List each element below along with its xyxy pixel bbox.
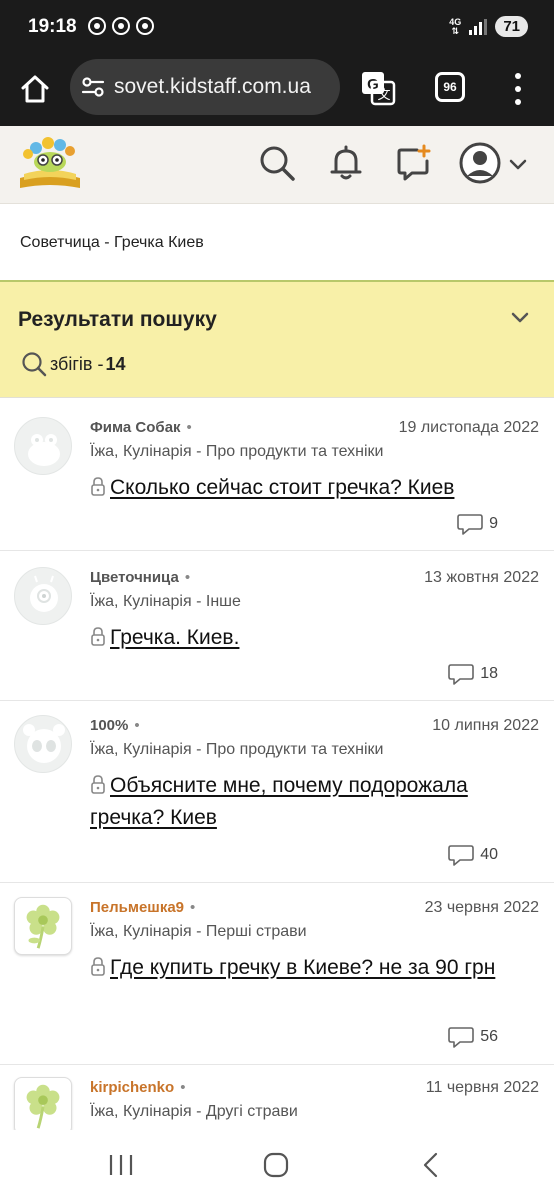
post-category[interactable]: Їжа, Кулінарія - Інше xyxy=(90,593,241,611)
author-name[interactable]: Фима Собак • xyxy=(90,419,192,436)
avatar[interactable] xyxy=(14,567,72,625)
signal-strength-icon xyxy=(469,18,488,35)
battery-indicator: 71 xyxy=(495,16,528,37)
search-icon xyxy=(22,352,47,377)
flower-avatar-icon xyxy=(26,1084,60,1129)
post-date: 13 жовтня 2022 xyxy=(424,569,539,586)
topic-title: Объясните мне, почему подорожала гречка?… xyxy=(90,770,524,834)
topic-link[interactable]: Гречка. Киев. xyxy=(110,626,239,649)
tabs-switcher-button[interactable]: 96 xyxy=(435,72,465,102)
list-item: Цветочница • 13 жовтня 2022 Їжа, Кулінарі… xyxy=(0,551,554,701)
author-name[interactable]: kirpichenko • xyxy=(90,1079,185,1096)
site-header xyxy=(0,126,554,204)
post-category[interactable]: Їжа, Кулінарія - Про продукти та техніки xyxy=(90,741,383,759)
home-nav-icon[interactable] xyxy=(261,1150,291,1180)
chevron-down-icon[interactable] xyxy=(508,154,528,174)
lock-icon xyxy=(91,957,105,976)
panda-avatar-icon xyxy=(23,724,65,763)
comment-icon xyxy=(448,664,475,685)
post-category[interactable]: Їжа, Кулінарія - Про продукти та техніки xyxy=(90,443,383,461)
list-item: 100% • 10 липня 2022 Їжа, Кулінарія - Про… xyxy=(0,701,554,883)
topic-link[interactable]: Где купить гречку в Киеве? не за 90 грн xyxy=(110,956,495,979)
author-name[interactable]: Цветочница • xyxy=(90,569,190,586)
viber-notification-icon xyxy=(136,17,154,35)
results-count-label: збігів - xyxy=(50,353,104,374)
comment-count[interactable]: 56 xyxy=(448,1026,498,1048)
topic-title: Сколько сейчас стоит гречка? Киев xyxy=(90,472,524,504)
breadcrumb[interactable]: Советчица - Гречка Киев xyxy=(0,204,554,282)
results-count-value: 14 xyxy=(105,353,126,374)
avatar[interactable] xyxy=(14,417,72,475)
flower-avatar-icon xyxy=(26,904,60,949)
comment-icon xyxy=(448,845,475,866)
post-date: 23 червня 2022 xyxy=(424,899,539,916)
lock-icon xyxy=(91,775,105,794)
status-time: 19:18 xyxy=(28,16,77,37)
post-category[interactable]: Їжа, Кулінарія - Другі страви xyxy=(90,1103,298,1121)
cartoon-avatar-icon xyxy=(28,434,60,466)
network-type-icon: 4G ⇅ xyxy=(449,16,462,36)
logo-icon[interactable] xyxy=(16,134,84,192)
tabs-count: 96 xyxy=(443,80,457,94)
results-title: Результати пошуку xyxy=(18,308,217,331)
chrome-notification-icon xyxy=(112,17,130,35)
status-bar: 19:18 4G ⇅ 71 xyxy=(0,0,554,56)
lock-icon xyxy=(91,627,105,646)
avatar[interactable] xyxy=(14,1077,72,1130)
topic-title: Гречка. Киев. xyxy=(90,622,524,654)
list-item: Пельмешка9 • 23 червня 2022 Їжа, Кулінарі… xyxy=(0,883,554,1065)
post-category[interactable]: Їжа, Кулінарія - Перші страви xyxy=(90,923,307,941)
list-item: Фима Собак • 19 листопада 2022 Їжа, Кулін… xyxy=(0,399,554,551)
url-text: sovet.kidstaff.com.ua xyxy=(114,75,311,98)
translate-icon[interactable]: G 文 xyxy=(360,70,396,106)
comment-count[interactable]: 40 xyxy=(448,844,498,866)
user-avatar-icon[interactable] xyxy=(459,142,501,184)
topic-link[interactable]: Объясните мне, почему подорожала гречка?… xyxy=(90,774,468,829)
new-message-icon[interactable] xyxy=(395,144,433,182)
address-bar[interactable]: sovet.kidstaff.com.ua xyxy=(70,59,340,115)
results-count: збігів - 14 xyxy=(20,350,126,378)
bell-icon[interactable] xyxy=(327,144,365,182)
avatar[interactable] xyxy=(14,715,72,773)
browser-menu-icon[interactable] xyxy=(508,73,528,105)
site-settings-icon[interactable] xyxy=(78,72,108,102)
chrome-notification-icon xyxy=(88,17,106,35)
topic-title: Где купить гречку в Киеве? не за 90 грн xyxy=(90,952,524,984)
post-date: 11 червня 2022 xyxy=(425,1079,539,1096)
system-navigation-bar xyxy=(0,1130,554,1200)
back-icon[interactable] xyxy=(416,1150,446,1180)
recent-apps-icon[interactable] xyxy=(106,1150,136,1180)
post-date: 10 липня 2022 xyxy=(432,717,539,734)
system-indicators: 4G ⇅ 71 xyxy=(449,16,528,37)
home-icon[interactable] xyxy=(18,72,52,106)
author-name[interactable]: Пельмешка9 • xyxy=(90,899,195,916)
search-results-panel: Результати пошуку збігів - 14 xyxy=(0,282,554,398)
collapse-chevron-icon[interactable] xyxy=(510,308,530,328)
lock-icon xyxy=(91,477,105,496)
comment-icon xyxy=(448,1027,475,1048)
post-date: 19 листопада 2022 xyxy=(398,419,539,436)
list-item: kirpichenko • 11 червня 2022 Їжа, Кулінар… xyxy=(0,1065,554,1130)
search-icon[interactable] xyxy=(258,144,296,182)
notification-icons xyxy=(88,17,154,35)
avatar[interactable] xyxy=(14,897,72,955)
browser-toolbar: sovet.kidstaff.com.ua G 文 96 xyxy=(0,56,554,126)
comment-count[interactable]: 18 xyxy=(448,663,498,685)
comment-icon xyxy=(457,514,483,535)
author-name[interactable]: 100% • xyxy=(90,717,140,734)
comment-count[interactable]: 9 xyxy=(457,513,498,535)
topic-link[interactable]: Сколько сейчас стоит гречка? Киев xyxy=(110,476,454,499)
cartoon-avatar-icon xyxy=(30,575,58,612)
svg-text:文: 文 xyxy=(377,87,390,102)
